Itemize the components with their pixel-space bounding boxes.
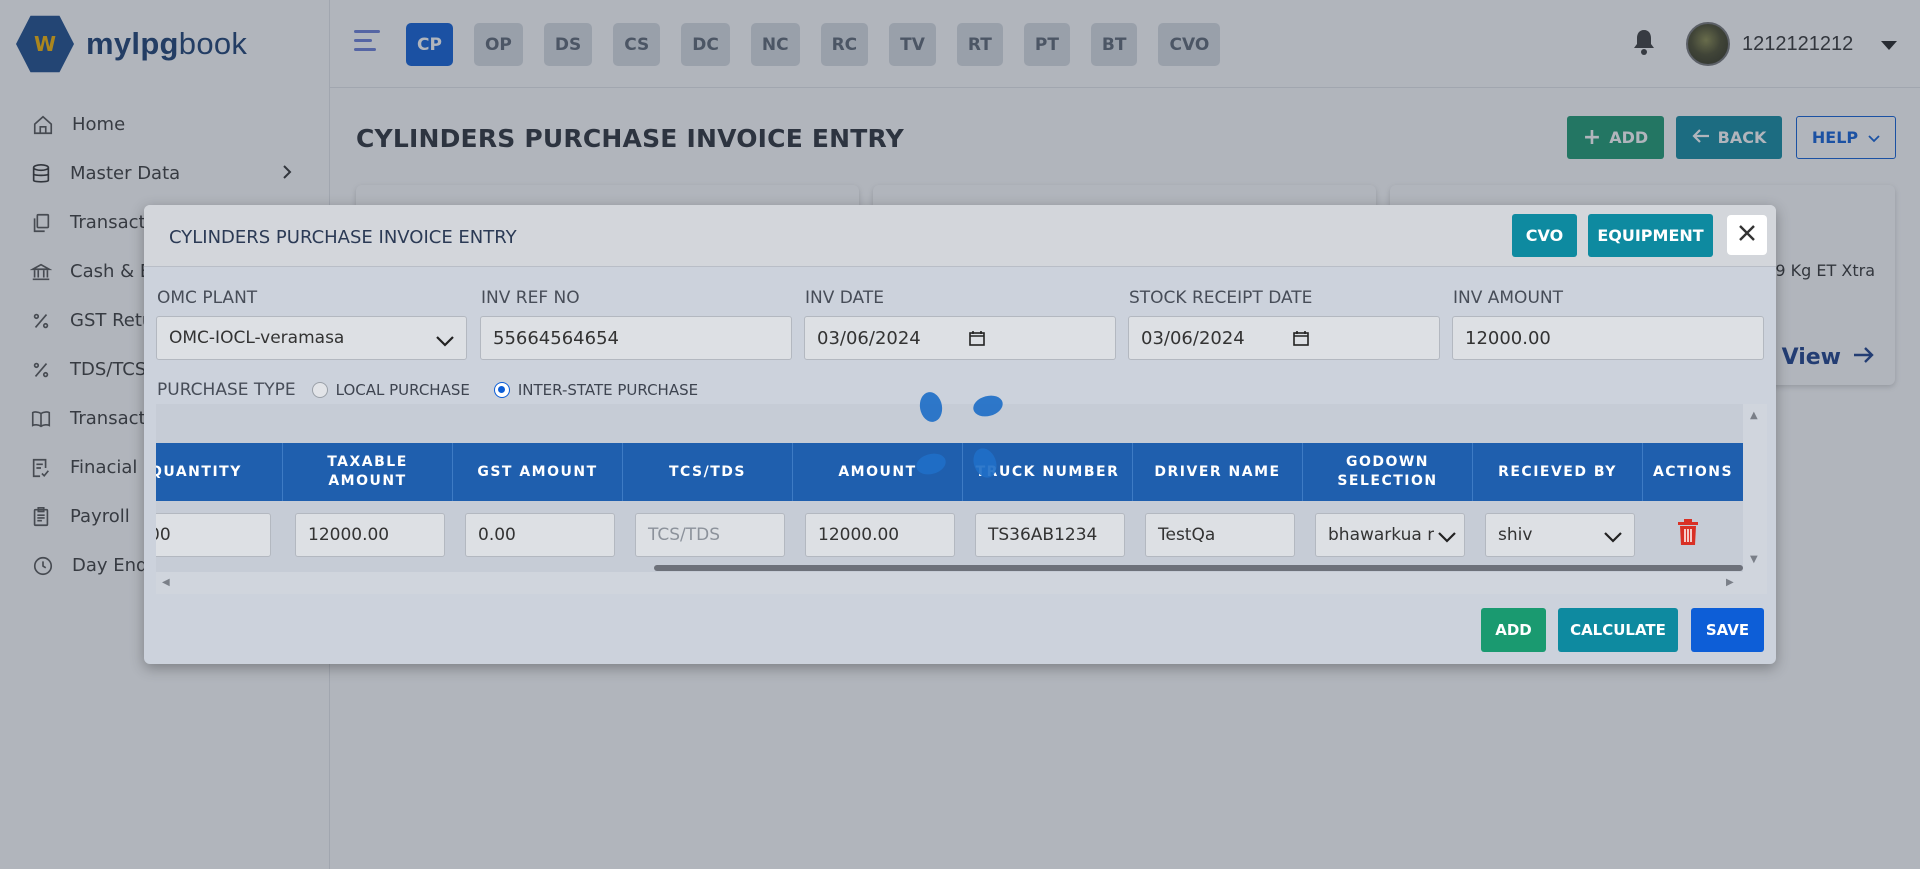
loading-spinner-icon: [910, 388, 1010, 481]
scroll-down-icon[interactable]: ▼: [1750, 554, 1758, 565]
omc-plant-value: OMC-IOCL-veramasa: [169, 328, 345, 348]
add-row-button[interactable]: ADD: [1481, 608, 1546, 652]
modal-title: CYLINDERS PURCHASE INVOICE ENTRY: [169, 227, 517, 248]
inv-ref-value: 55664564654: [493, 327, 619, 349]
column-header-label-line2: AMOUNT: [328, 473, 407, 489]
inv-amount-label: INV AMOUNT: [1453, 288, 1563, 308]
omc-plant-label: OMC PLANT: [157, 288, 258, 308]
stock-date-value: 03/06/2024: [1141, 327, 1245, 349]
local-purchase-label: LOCAL PURCHASE: [335, 381, 470, 399]
inv-amount-value: 12000.00: [1465, 327, 1551, 349]
chevron-down-icon: [1604, 528, 1622, 548]
omc-plant-select[interactable]: OMC-IOCL-veramasa: [156, 316, 467, 360]
inv-date-label: INV DATE: [805, 288, 884, 308]
quantity-input[interactable]: 00: [156, 513, 271, 557]
equipment-button[interactable]: EQUIPMENT: [1588, 214, 1713, 257]
inv-ref-input[interactable]: 55664564654: [480, 316, 792, 360]
amount-value: 12000.00: [818, 525, 900, 545]
column-header-driver-name: DRIVER NAME: [1133, 443, 1303, 501]
modal-header: CYLINDERS PURCHASE INVOICE ENTRY CVO EQU…: [144, 205, 1776, 267]
gst-amount-input[interactable]: 0.00: [465, 513, 615, 557]
godown-value: bhawarkua new: [1328, 525, 1434, 545]
delete-row-button[interactable]: [1676, 518, 1700, 550]
scroll-up-icon[interactable]: ▲: [1750, 410, 1758, 421]
column-header-godown-selection: GODOWN SELECTION: [1303, 443, 1473, 501]
gst-amount-value: 0.00: [478, 525, 516, 545]
column-header-taxable-amount: TAXABLE AMOUNT: [283, 443, 453, 501]
close-button[interactable]: [1727, 215, 1767, 255]
received-by-value: shiv: [1498, 525, 1533, 545]
calculate-button[interactable]: CALCULATE: [1558, 608, 1678, 652]
quantity-value: 00: [156, 525, 171, 545]
calendar-icon[interactable]: [1293, 330, 1309, 351]
chevron-down-icon: [1434, 528, 1456, 548]
calendar-icon[interactable]: [969, 330, 985, 351]
trash-icon: [1676, 519, 1700, 550]
truck-number-value: TS36AB1234: [988, 525, 1098, 545]
amount-input[interactable]: 12000.00: [805, 513, 955, 557]
column-header-label-line1: TAXABLE: [327, 454, 408, 470]
local-purchase-radio[interactable]: LOCAL PURCHASE: [311, 381, 470, 399]
inv-date-value: 03/06/2024: [817, 327, 921, 349]
inv-amount-input[interactable]: 12000.00: [1452, 316, 1764, 360]
column-header-tcs-tds: TCS/TDS: [623, 443, 793, 501]
horizontal-scrollbar[interactable]: ◀ ▶: [156, 572, 1767, 594]
interstate-purchase-radio[interactable]: INTER-STATE PURCHASE: [493, 381, 699, 399]
column-header-gst-amount: GST AMOUNT: [453, 443, 623, 501]
tcs-tds-placeholder: TCS/TDS: [648, 525, 721, 545]
column-header-actions: ACTIONS: [1652, 463, 1734, 480]
column-header-received-by: RECIEVED BY: [1473, 443, 1643, 501]
purchase-type-group: PURCHASE TYPE LOCAL PURCHASE INTER-STATE…: [157, 380, 698, 400]
taxable-amount-input[interactable]: 12000.00: [295, 513, 445, 557]
column-header-label-line1: GODOWN: [1345, 454, 1430, 470]
godown-select[interactable]: bhawarkua new: [1315, 513, 1465, 557]
driver-name-value: TestQa: [1158, 525, 1216, 545]
cvo-button[interactable]: CVO: [1512, 214, 1577, 257]
received-by-select[interactable]: shiv: [1485, 513, 1635, 557]
scroll-left-icon[interactable]: ◀: [162, 577, 170, 588]
radio-checked-icon: [493, 382, 510, 398]
column-header-quantity: QUANTITY: [156, 443, 283, 501]
close-icon: [1738, 224, 1756, 246]
stock-date-label: STOCK RECEIPT DATE: [1129, 288, 1313, 308]
column-header-label-line2: SELECTION: [1337, 473, 1438, 489]
interstate-purchase-label: INTER-STATE PURCHASE: [517, 381, 699, 399]
inv-date-input[interactable]: 03/06/2024: [804, 316, 1116, 360]
horizontal-scrollbar-thumb[interactable]: [654, 565, 1743, 571]
chevron-down-icon: [436, 331, 454, 352]
inv-ref-label: INV REF NO: [481, 288, 580, 308]
tcs-tds-input[interactable]: TCS/TDS: [635, 513, 785, 557]
save-button[interactable]: SAVE: [1691, 608, 1764, 652]
purchase-type-label: PURCHASE TYPE: [157, 380, 296, 400]
truck-number-input[interactable]: TS36AB1234: [975, 513, 1125, 557]
scroll-right-icon[interactable]: ▶: [1726, 577, 1734, 588]
vertical-scrollbar[interactable]: ▲ ▼: [1743, 404, 1767, 594]
radio-unchecked-icon: [311, 382, 328, 398]
taxable-amount-value: 12000.00: [308, 525, 390, 545]
column-header-label: QUANTITY: [156, 463, 242, 480]
stock-date-input[interactable]: 03/06/2024: [1128, 316, 1440, 360]
driver-name-input[interactable]: TestQa: [1145, 513, 1295, 557]
